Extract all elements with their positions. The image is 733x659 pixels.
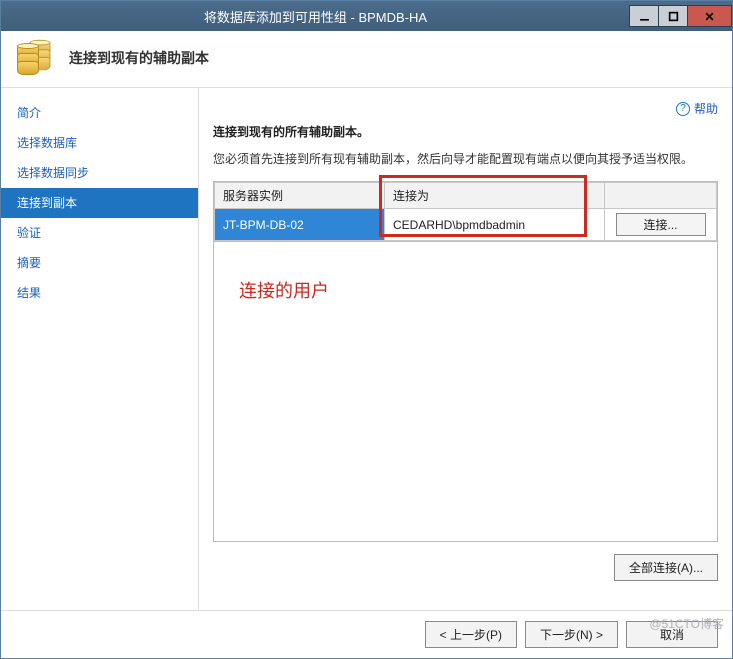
next-button[interactable]: 下一步(N) >: [525, 621, 618, 648]
wizard-window: 将数据库添加到可用性组 - BPMDB-HA 连接到现有的辅助副本 简: [0, 0, 733, 659]
prev-button[interactable]: < 上一步(P): [425, 621, 517, 648]
replica-table: 服务器实例 连接为 JT-BPM-DB-02 CEDARHD\bpmdbadmi…: [213, 181, 718, 242]
sidebar-item-select-db[interactable]: 选择数据库: [1, 128, 198, 158]
col-action: [605, 183, 717, 209]
close-button[interactable]: [687, 5, 732, 27]
col-connect-as: 连接为: [385, 183, 605, 209]
database-icon: [17, 41, 55, 75]
sidebar-item-result[interactable]: 结果: [1, 278, 198, 308]
window-title: 将数据库添加到可用性组 - BPMDB-HA: [1, 7, 630, 26]
connect-button[interactable]: 连接...: [616, 213, 706, 236]
page-title: 连接到现有的辅助副本: [69, 48, 209, 68]
sidebar-item-intro[interactable]: 简介: [1, 98, 198, 128]
wizard-content: ? 帮助 连接到现有的所有辅助副本。 您必须首先连接到所有现有辅助副本，然后向导…: [199, 88, 732, 610]
table-row[interactable]: JT-BPM-DB-02 CEDARHD\bpmdbadmin 连接...: [215, 209, 717, 241]
cell-action: 连接...: [605, 209, 717, 241]
table-container: 服务器实例 连接为 JT-BPM-DB-02 CEDARHD\bpmdbadmi…: [213, 181, 718, 542]
sidebar-item-connect-replica[interactable]: 连接到副本: [1, 188, 198, 218]
wizard-sidebar: 简介 选择数据库 选择数据同步 连接到副本 验证 摘要 结果: [1, 88, 199, 610]
content-description: 您必须首先连接到所有现有辅助副本，然后向导才能配置现有端点以便向其授予适当权限。: [213, 150, 718, 167]
connect-all-button[interactable]: 全部连接(A)...: [614, 554, 718, 581]
table-header-row: 服务器实例 连接为: [215, 183, 717, 209]
help-icon: ?: [676, 102, 690, 116]
connect-all-row: 全部连接(A)...: [213, 548, 718, 581]
content-subtitle: 连接到现有的所有辅助副本。: [213, 123, 718, 140]
minimize-button[interactable]: [629, 5, 659, 27]
col-instance: 服务器实例: [215, 183, 385, 209]
help-link[interactable]: ? 帮助: [676, 100, 718, 117]
sidebar-item-validate[interactable]: 验证: [1, 218, 198, 248]
annotation-label: 连接的用户: [239, 277, 329, 303]
help-label: 帮助: [694, 100, 718, 117]
page-header: 连接到现有的辅助副本: [1, 31, 732, 88]
sidebar-item-summary[interactable]: 摘要: [1, 248, 198, 278]
maximize-button[interactable]: [658, 5, 688, 27]
wizard-footer: < 上一步(P) 下一步(N) > 取消: [1, 610, 732, 658]
cell-instance: JT-BPM-DB-02: [215, 209, 385, 241]
help-row: ? 帮助: [213, 100, 718, 117]
watermark: @51CTO博客: [649, 615, 724, 632]
sidebar-item-data-sync[interactable]: 选择数据同步: [1, 158, 198, 188]
window-controls: [630, 5, 732, 27]
cell-connect-as: CEDARHD\bpmdbadmin: [385, 209, 605, 241]
titlebar: 将数据库添加到可用性组 - BPMDB-HA: [1, 1, 732, 31]
wizard-body: 简介 选择数据库 选择数据同步 连接到副本 验证 摘要 结果 ? 帮助 连接到现…: [1, 88, 732, 610]
